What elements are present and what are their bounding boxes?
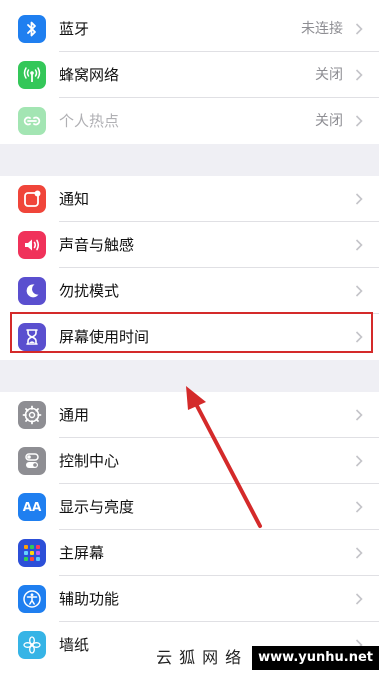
watermark: 云狐网络 www.yunhu.net xyxy=(146,646,379,670)
accessibility-icon xyxy=(18,585,46,613)
control-center-label: 控制中心 xyxy=(59,452,120,470)
flower-icon xyxy=(18,631,46,659)
moon-icon xyxy=(18,277,46,305)
settings-row-cellular[interactable]: 蜂窝网络 关闭 xyxy=(0,52,379,98)
settings-row-notifications[interactable]: 通知 xyxy=(0,176,379,222)
chevron-right-icon xyxy=(355,501,363,513)
text-size-icon: AA xyxy=(18,493,46,521)
home-screen-label: 主屏幕 xyxy=(59,544,105,562)
sounds-label: 声音与触感 xyxy=(59,236,135,254)
settings-row-home-screen[interactable]: 主屏幕 xyxy=(0,530,379,576)
settings-row-general[interactable]: 通用 xyxy=(0,392,379,438)
cellular-status: 关闭 xyxy=(315,67,343,83)
notifications-icon xyxy=(18,185,46,213)
settings-row-control-center[interactable]: 控制中心 xyxy=(0,438,379,484)
settings-row-accessibility[interactable]: 辅助功能 xyxy=(0,576,379,622)
do-not-disturb-label: 勿扰模式 xyxy=(59,282,120,300)
app-grid-icon xyxy=(18,539,46,567)
hourglass-icon xyxy=(18,323,46,351)
connectivity-group: 蓝牙 未连接 蜂窝网络 关闭 个人热点 关闭 xyxy=(0,0,379,144)
toggles-icon xyxy=(18,447,46,475)
settings-row-screen-time[interactable]: 屏幕使用时间 xyxy=(0,314,379,360)
display-label: 显示与亮度 xyxy=(59,498,135,516)
chevron-right-icon xyxy=(355,547,363,559)
chevron-right-icon xyxy=(355,193,363,205)
accessibility-label: 辅助功能 xyxy=(59,590,120,608)
watermark-text: 云狐网络 xyxy=(146,646,253,670)
chevron-right-icon xyxy=(355,331,363,343)
chevron-right-icon xyxy=(355,115,363,127)
cellular-antenna-icon xyxy=(18,61,46,89)
notifications-label: 通知 xyxy=(59,190,90,208)
notifications-group: 通知 声音与触感 勿扰模式 屏幕使用时间 xyxy=(0,176,379,360)
gear-icon xyxy=(18,401,46,429)
bluetooth-icon xyxy=(18,15,46,43)
cellular-label: 蜂窝网络 xyxy=(59,66,120,84)
chevron-right-icon xyxy=(355,69,363,81)
settings-row-sounds[interactable]: 声音与触感 xyxy=(0,222,379,268)
settings-row-display[interactable]: AA 显示与亮度 xyxy=(0,484,379,530)
settings-row-bluetooth[interactable]: 蓝牙 未连接 xyxy=(0,6,379,52)
chevron-right-icon xyxy=(355,239,363,251)
settings-row-personal-hotspot[interactable]: 个人热点 关闭 xyxy=(0,98,379,144)
general-label: 通用 xyxy=(59,406,90,424)
bluetooth-status: 未连接 xyxy=(301,21,343,37)
personal-hotspot-status: 关闭 xyxy=(315,113,343,129)
chevron-right-icon xyxy=(355,285,363,297)
bluetooth-label: 蓝牙 xyxy=(59,20,90,38)
general-group: 通用 控制中心 AA 显示与亮度 主屏幕 辅助功能 墙纸 xyxy=(0,392,379,680)
chevron-right-icon xyxy=(355,593,363,605)
chevron-right-icon xyxy=(355,409,363,421)
settings-row-do-not-disturb[interactable]: 勿扰模式 xyxy=(0,268,379,314)
text-size-glyph: AA xyxy=(22,500,42,514)
chevron-right-icon xyxy=(355,455,363,467)
speaker-icon xyxy=(18,231,46,259)
watermark-url: www.yunhu.net xyxy=(252,646,379,670)
wallpaper-label: 墙纸 xyxy=(59,636,90,654)
chevron-right-icon xyxy=(355,23,363,35)
screen-time-label: 屏幕使用时间 xyxy=(59,328,150,346)
personal-hotspot-label: 个人热点 xyxy=(59,112,120,130)
personal-hotspot-icon xyxy=(18,107,46,135)
